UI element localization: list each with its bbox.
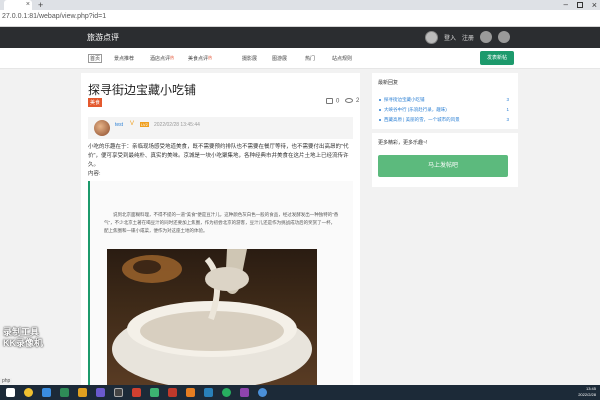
app-icon[interactable]: [132, 388, 141, 397]
browser-icon[interactable]: [258, 388, 267, 397]
nav-item-label: 美食点评: [188, 56, 209, 62]
latest-reply-item[interactable]: 大峡谷中行 (乐浪赴行录，趣味) 1: [379, 107, 509, 113]
nav-item-attractions[interactable]: 景点推荐: [114, 55, 134, 62]
food-photo-illustration: [112, 249, 312, 388]
start-icon[interactable]: [6, 388, 15, 397]
content-paragraph: 说到北京面糊料理，不得不提的一道"美食"便是豆汁儿，这种颜色灰白色一股的食品，经…: [104, 212, 339, 233]
post-date: 2022/02/28 13:45:44: [154, 122, 200, 128]
article-card: 探寻街边宝藏小吃铺 美食 0 2 test V LV2 2022/02/28 1…: [81, 73, 360, 388]
task-view-icon[interactable]: [42, 388, 51, 397]
app-icon[interactable]: [240, 388, 249, 397]
nav-item-hot[interactable]: 热门: [305, 55, 315, 62]
hot-badge: 热: [208, 55, 213, 60]
address-bar[interactable]: 27.0.0.1:81/webap/view.php?id=1: [0, 10, 600, 27]
folder-icon[interactable]: [78, 388, 87, 397]
weibo-icon[interactable]: [498, 31, 510, 43]
author-strip: test V LV2 2022/02/28 13:45:44: [88, 117, 353, 139]
nav-item-label: 站点规则: [332, 56, 353, 62]
nav-item-label: 首页: [90, 56, 101, 62]
window-minimize-button[interactable]: –: [564, 0, 568, 10]
nav-item-label: 景点推荐: [114, 56, 135, 62]
qq-icon[interactable]: [480, 31, 492, 43]
post-invite-card: 更多精彩，更多乐趣~! 马上发帖吧: [372, 133, 518, 187]
tab-close-icon[interactable]: ×: [26, 0, 30, 10]
latest-replies-heading: 最新回复: [378, 80, 399, 86]
latest-reply-count: 1: [506, 107, 509, 112]
recorder-watermark: 录制工具 KK录像机: [3, 327, 43, 349]
app-icon[interactable]: [204, 388, 213, 397]
article-title: 探寻街边宝藏小吃铺: [88, 83, 197, 97]
site-header: 旅游点评 登入 注册: [0, 27, 600, 48]
eye-icon: [345, 98, 353, 103]
author-avatar[interactable]: [94, 120, 110, 136]
nav-item-gallery[interactable]: 图游展: [272, 55, 287, 62]
author-name[interactable]: test: [115, 122, 123, 128]
window-close-button[interactable]: ×: [592, 0, 597, 10]
app-icon[interactable]: [114, 388, 123, 397]
app-icon[interactable]: [168, 388, 177, 397]
article-content: 说到北京面糊料理，不得不提的一道"美食"便是豆汁儿，这种颜色灰白色一股的食品，经…: [88, 181, 353, 388]
app-icon[interactable]: [150, 388, 159, 397]
app-icon[interactable]: [60, 388, 69, 397]
browser-tab[interactable]: ×: [4, 0, 32, 10]
article-summary: 小吃的乐趣在于：亲临现场感受地道美食，既不需要预约排队也不需要在餐厅等待，也不需…: [88, 144, 349, 168]
clock[interactable]: 13:45 2022/2/28: [578, 386, 596, 398]
publish-post-button[interactable]: 发表新帖: [480, 51, 514, 65]
post-now-button[interactable]: 马上发帖吧: [378, 155, 508, 177]
nav-item-label: 图游展: [272, 56, 288, 62]
category-badge[interactable]: 美食: [88, 98, 103, 107]
verified-v-badge: V: [130, 121, 135, 127]
window-maximize-button[interactable]: [577, 2, 583, 8]
comment-count: 0: [326, 98, 339, 105]
nav-item-hotels[interactable]: 酒店点评热: [150, 55, 174, 62]
latest-reply-text[interactable]: 大峡谷中行 (乐浪赴行录，趣味): [384, 107, 447, 112]
nav-item-label: 酒店点评: [150, 56, 171, 62]
latest-replies-card: 最新回复 探寻街边宝藏小吃铺 3 大峡谷中行 (乐浪赴行录，趣味) 1 西藏高原…: [372, 73, 518, 129]
latest-reply-count: 3: [506, 117, 509, 122]
view-count: 2: [345, 98, 359, 104]
watermark-line2: KK录像机: [3, 338, 43, 348]
login-link[interactable]: 登入: [444, 33, 456, 42]
latest-reply-count: 3: [506, 97, 509, 102]
content-label: 内容:: [88, 171, 101, 177]
latest-reply-item[interactable]: 探寻街边宝藏小吃铺 3: [379, 97, 509, 103]
nav-item-label: 摄影展: [242, 56, 258, 62]
status-text: php: [0, 378, 13, 384]
nav-item-home[interactable]: 首页: [88, 54, 103, 63]
nav-item-label: 热门: [305, 56, 316, 62]
app-icon[interactable]: [186, 388, 195, 397]
nav-item-photo[interactable]: 摄影展: [242, 55, 257, 62]
user-avatar-icon[interactable]: [425, 31, 438, 44]
nav-item-food[interactable]: 美食点评热: [188, 55, 212, 62]
comment-count-value: 0: [336, 98, 340, 105]
view-count-value: 2: [356, 98, 360, 105]
wechat-icon[interactable]: [222, 388, 231, 397]
browser-tabstrip: × + – ×: [0, 0, 600, 10]
latest-reply-text[interactable]: 探寻街边宝藏小吃铺: [384, 97, 425, 102]
address-text[interactable]: 27.0.0.1:81/webap/view.php?id=1: [2, 13, 106, 20]
site-title[interactable]: 旅游点评: [87, 32, 119, 43]
watermark-line1: 录制工具: [3, 327, 40, 337]
app-icon[interactable]: [96, 388, 105, 397]
search-icon[interactable]: [24, 388, 33, 397]
food-photo: [107, 249, 317, 388]
nav-item-rules[interactable]: 站点规则: [332, 55, 352, 62]
latest-reply-text[interactable]: 西藏高原 | 美丽的雪，一个城市的风景: [384, 117, 460, 122]
latest-reply-item[interactable]: 西藏高原 | 美丽的雪，一个城市的风景 3: [379, 117, 509, 123]
register-link[interactable]: 注册: [462, 33, 474, 42]
post-invite-heading: 更多精彩，更多乐趣~!: [378, 140, 428, 146]
new-tab-button[interactable]: +: [38, 0, 43, 10]
clock-date: 2022/2/28: [578, 392, 596, 397]
comment-icon: [326, 98, 333, 104]
hot-badge: 热: [170, 55, 175, 60]
taskbar: 13:45 2022/2/28: [0, 385, 600, 400]
level-badge: LV2: [140, 122, 149, 127]
